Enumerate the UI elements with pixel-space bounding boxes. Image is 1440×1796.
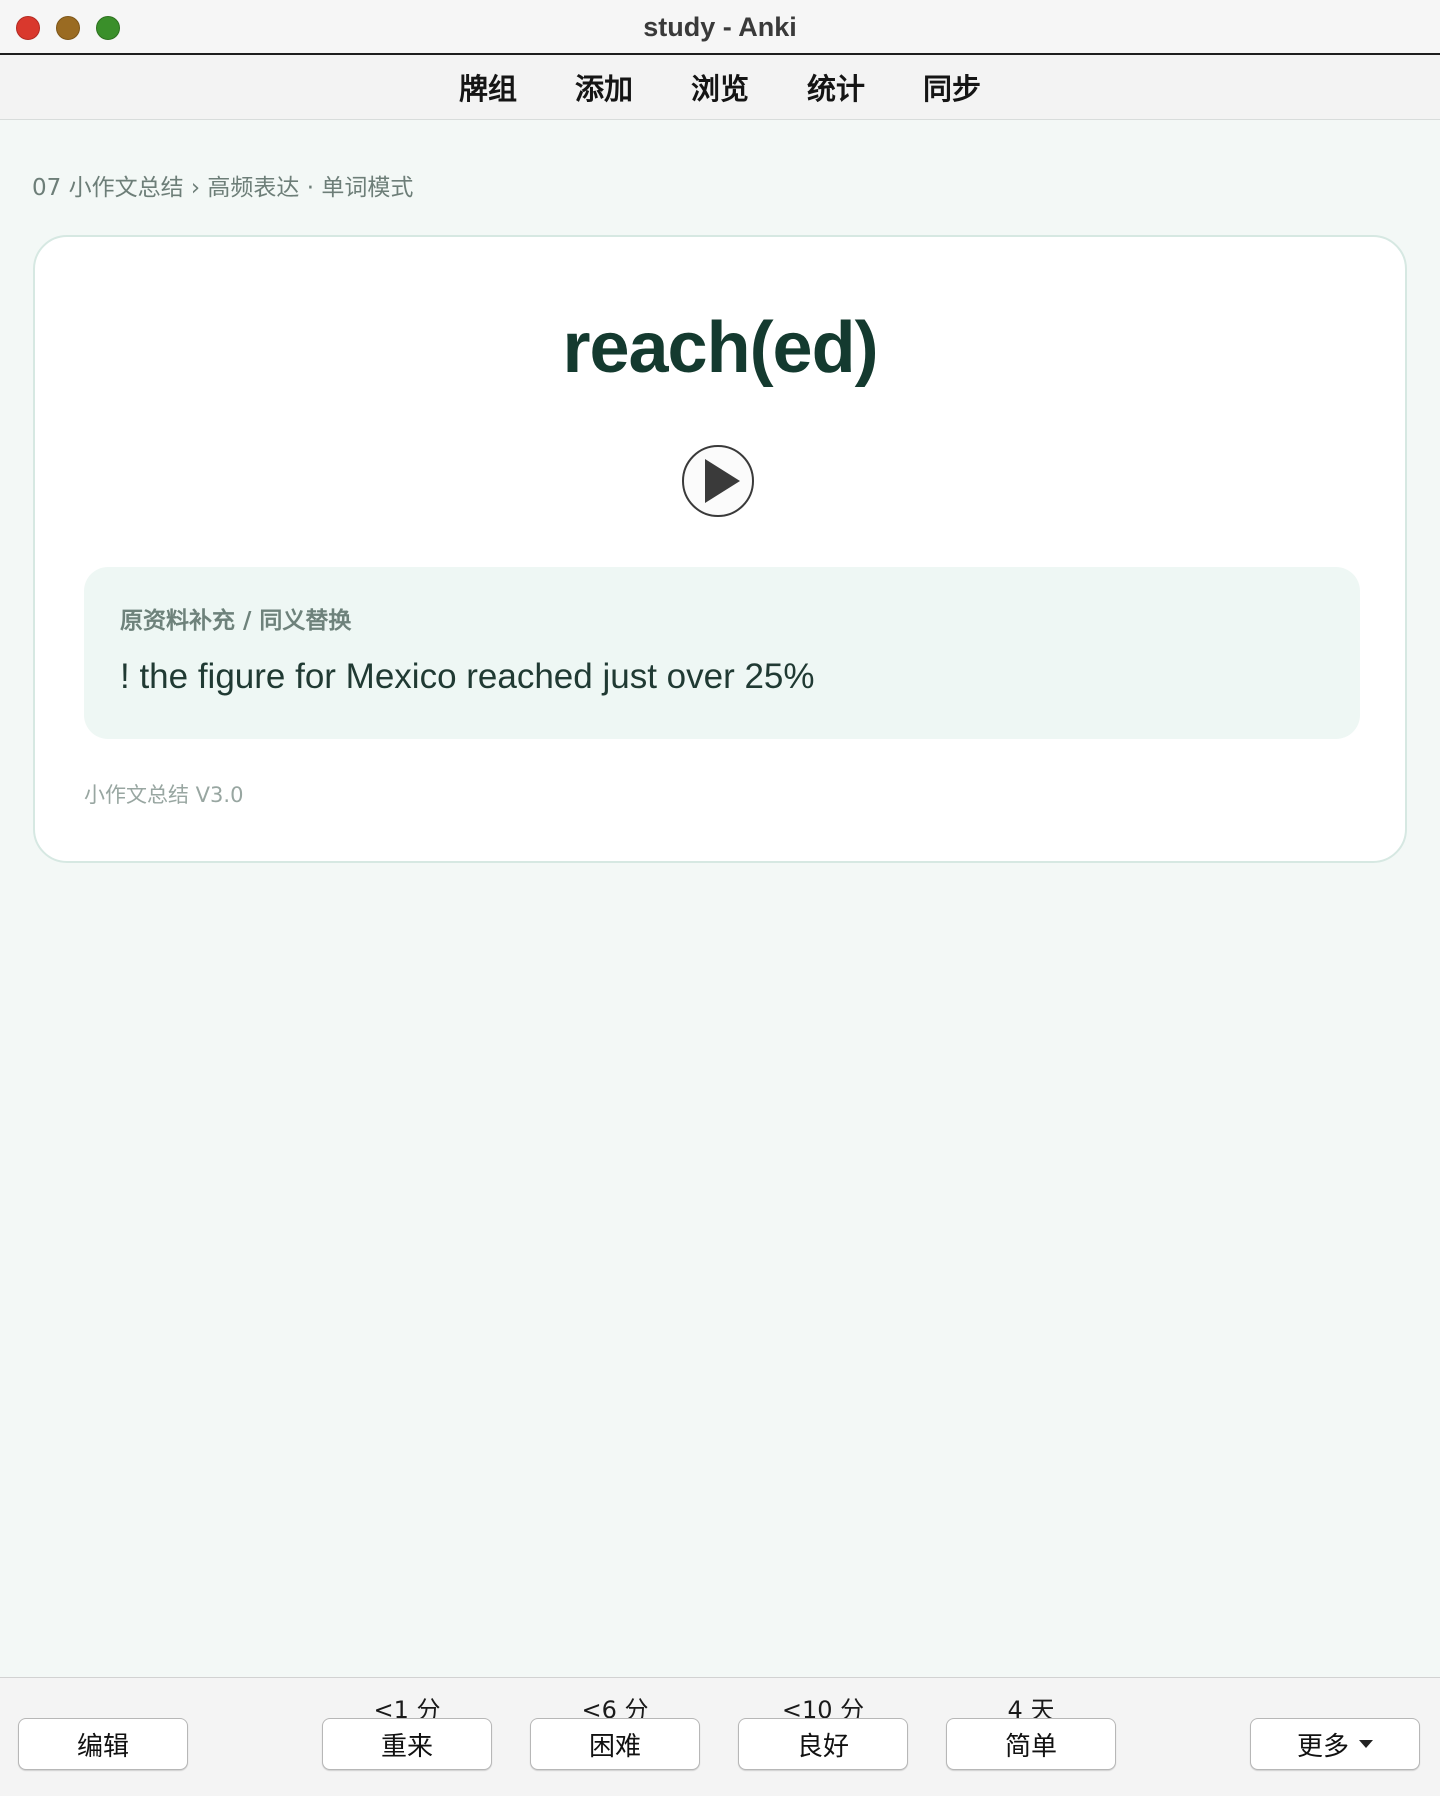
- more-button-label: 更多: [1296, 1731, 1349, 1762]
- hard-button-label: 困难: [588, 1731, 641, 1762]
- edit-button[interactable]: 编辑: [18, 1718, 188, 1770]
- toolbar-sync[interactable]: 同步: [923, 66, 981, 108]
- note-text: ! the figure for Mexico reached just ove…: [120, 657, 815, 696]
- main-toolbar: 牌组 添加 浏览 统计 同步: [0, 55, 1440, 120]
- good-button[interactable]: 良好: [738, 1718, 908, 1770]
- card-word: reach(ed): [562, 308, 878, 388]
- chevron-down-icon: [1359, 1740, 1373, 1748]
- play-audio-button[interactable]: [682, 445, 754, 517]
- easy-button-label: 简单: [1004, 1731, 1057, 1762]
- again-button-label: 重来: [380, 1731, 433, 1762]
- toolbar-decks[interactable]: 牌组: [459, 66, 517, 108]
- flashcard: reach(ed) 原资料补充 / 同义替换 ! the figure for …: [33, 235, 1407, 863]
- breadcrumb: 07 小作文总结 › 高频表达 · 单词模式: [32, 175, 414, 201]
- play-icon: [705, 459, 740, 503]
- toolbar-stats[interactable]: 统计: [807, 66, 865, 108]
- title-bar: study - Anki: [0, 0, 1440, 55]
- good-button-label: 良好: [796, 1731, 849, 1762]
- more-button[interactable]: 更多: [1250, 1718, 1420, 1770]
- easy-button[interactable]: 简单: [946, 1718, 1116, 1770]
- answer-bar: 编辑 <1 分 重来 <6 分 困难 <10 分 良好 4 天 简单 更多: [0, 1677, 1440, 1796]
- window-title: study - Anki: [643, 12, 797, 42]
- note-box: 原资料补充 / 同义替换 ! the figure for Mexico rea…: [84, 567, 1360, 739]
- anki-window: study - Anki 牌组 添加 浏览 统计 同步 07 小作文总结 › 高…: [0, 0, 1440, 1796]
- hard-button[interactable]: 困难: [530, 1718, 700, 1770]
- toolbar-browse[interactable]: 浏览: [691, 66, 749, 108]
- toolbar-add[interactable]: 添加: [575, 66, 633, 108]
- again-button[interactable]: 重来: [322, 1718, 492, 1770]
- note-label: 原资料补充 / 同义替换: [120, 608, 352, 634]
- edit-button-label: 编辑: [76, 1731, 129, 1762]
- card-version: 小作文总结 V3.0: [84, 783, 244, 807]
